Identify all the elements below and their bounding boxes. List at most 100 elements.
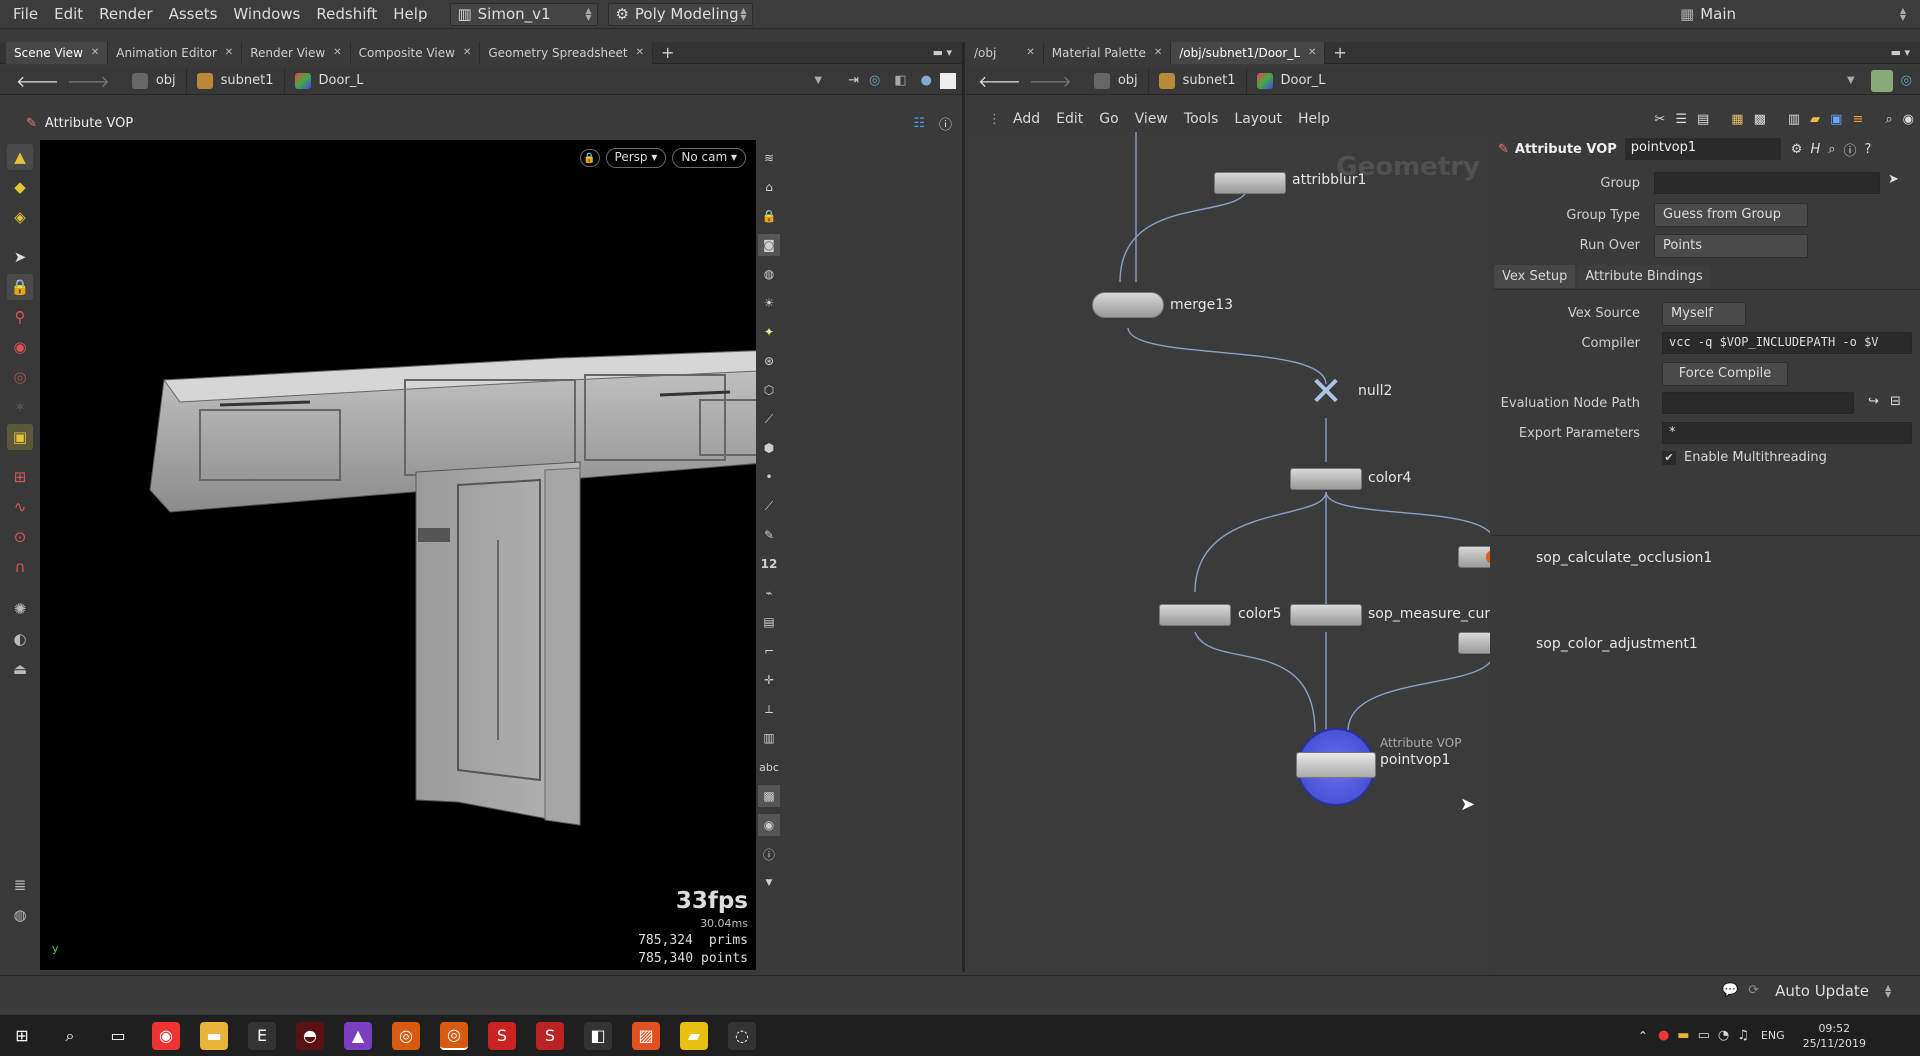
menu-view[interactable]: View xyxy=(1135,111,1168,127)
magnet-icon[interactable]: ∩ xyxy=(7,554,33,580)
menu-add[interactable]: Add xyxy=(1013,111,1040,127)
tools-icon[interactable]: ✂ xyxy=(1654,112,1665,127)
help-icon[interactable]: ? xyxy=(1865,142,1872,157)
tab-composite-view[interactable]: Composite View ✕ xyxy=(350,41,481,64)
app-red-icon[interactable]: ◓ xyxy=(296,1021,324,1050)
pin-icon[interactable]: ⇥ xyxy=(848,73,859,88)
link-icon[interactable]: ◎ xyxy=(869,73,880,88)
normals-icon[interactable]: ⟋ xyxy=(758,408,780,430)
search-icon[interactable]: ⌕ xyxy=(1828,142,1835,157)
checkbox-checked-icon[interactable]: ✔ xyxy=(1662,450,1676,465)
back-arrow-icon[interactable]: 🡐 xyxy=(16,71,59,91)
list-icon[interactable]: ▤ xyxy=(1697,112,1709,127)
light-on-icon[interactable]: ✦ xyxy=(758,321,780,343)
note-icon[interactable]: ▰ xyxy=(1810,112,1820,127)
breadcrumb-subnet[interactable]: subnet1 xyxy=(1149,67,1247,94)
jump-icon[interactable]: ↪ xyxy=(1868,394,1879,409)
tab-scene-view[interactable]: Scene View ✕ xyxy=(6,41,109,64)
help-icon[interactable]: ⓘ xyxy=(939,114,952,133)
image-icon[interactable]: ▣ xyxy=(1830,112,1842,127)
link-icon[interactable]: ◎ xyxy=(1901,73,1912,88)
view-mode-icon[interactable] xyxy=(940,72,956,89)
task-view-icon[interactable]: ▭ xyxy=(104,1022,132,1050)
breadcrumb-door[interactable]: Door_L xyxy=(1247,68,1336,94)
snap-icon[interactable]: ⚲ xyxy=(7,304,33,330)
tab-door-network[interactable]: /obj/subnet1/Door_L ✕ xyxy=(1171,41,1326,64)
app-gray-icon[interactable]: ◧ xyxy=(584,1021,612,1050)
language-indicator[interactable]: ENG xyxy=(1761,1029,1785,1042)
transform-tool-icon[interactable]: ◆ xyxy=(7,174,33,200)
houdini-active-icon[interactable]: ◎ xyxy=(440,1021,468,1050)
node-attribblur[interactable] xyxy=(1214,172,1286,194)
export-field[interactable]: * xyxy=(1662,422,1912,444)
breadcrumb-obj[interactable]: obj xyxy=(1084,67,1149,94)
clock[interactable]: 09:52 25/11/2019 xyxy=(1803,1021,1866,1051)
substance-painter-icon[interactable]: S xyxy=(536,1021,564,1050)
tab-obj[interactable]: /obj ✕ xyxy=(966,41,1044,64)
drag-handle-icon[interactable]: ⋮ xyxy=(988,112,1001,127)
forward-arrow-icon[interactable]: 🡒 xyxy=(1029,71,1072,91)
node-color-adjustment[interactable] xyxy=(1458,632,1490,654)
menu-go[interactable]: Go xyxy=(1099,111,1118,127)
close-icon[interactable]: ✕ xyxy=(1154,47,1162,58)
run-over-menu[interactable]: Points xyxy=(1654,234,1808,258)
network-editor[interactable]: Geometry attribblur1 merge13 ✕ null2 col… xyxy=(970,132,1490,970)
update-mode-selector[interactable]: Auto Update ▲ ▼ xyxy=(1769,979,1898,1002)
tray-wifi-icon[interactable]: ◔ xyxy=(1718,1028,1729,1043)
chrome-icon[interactable]: ◉ xyxy=(152,1021,180,1050)
tab-attribute-bindings[interactable]: Attribute Bindings xyxy=(1577,265,1711,288)
snap-point-icon[interactable]: ⊙ xyxy=(7,524,33,550)
menu-help[interactable]: Help xyxy=(390,5,430,23)
affinity-icon[interactable]: ▲ xyxy=(344,1021,372,1050)
node-measure-curvature[interactable] xyxy=(1290,604,1362,626)
add-tab-icon[interactable]: + xyxy=(1325,42,1354,64)
pose-tool-icon[interactable]: ◈ xyxy=(7,204,33,230)
close-icon[interactable]: ✕ xyxy=(333,47,341,58)
tab-vex-setup[interactable]: Vex Setup xyxy=(1494,265,1576,288)
start-icon[interactable]: ⊞ xyxy=(8,1022,36,1050)
tray-arrow-icon[interactable]: ⌃ xyxy=(1638,1029,1648,1043)
houdini-icon[interactable]: ◎ xyxy=(392,1021,420,1050)
stack-icon[interactable]: ≡ xyxy=(1852,112,1863,127)
menu-edit[interactable]: Edit xyxy=(51,5,86,23)
ghost-icon[interactable]: ◙ xyxy=(758,234,780,256)
tab-animation-editor[interactable]: Animation Editor ✕ xyxy=(108,41,243,64)
shading-icon[interactable]: ◍ xyxy=(758,263,780,285)
close-icon[interactable]: ✕ xyxy=(636,47,644,58)
node-null[interactable]: ✕ xyxy=(1302,369,1350,415)
number-display-icon[interactable]: 12 xyxy=(758,553,780,575)
light-bulb-icon[interactable]: ☀ xyxy=(758,292,780,314)
layout-icon[interactable]: ▥ xyxy=(1788,112,1800,127)
grid-icon[interactable]: ▥ xyxy=(758,727,780,749)
template-icon[interactable]: ⊛ xyxy=(758,350,780,372)
multithread-toggle[interactable]: ✔ Enable Multithreading xyxy=(1662,450,1827,465)
cube-icon[interactable]: ◧ xyxy=(894,73,906,88)
menu-edit[interactable]: Edit xyxy=(1056,111,1083,127)
force-compile-button[interactable]: Force Compile xyxy=(1662,362,1788,386)
gear-icon[interactable]: ⚙ xyxy=(1791,142,1803,157)
back-arrow-icon[interactable]: 🡐 xyxy=(978,71,1021,91)
tree-icon[interactable]: ☰ xyxy=(1675,112,1687,127)
pane-menu-icon[interactable]: ▬ ▾ xyxy=(1891,46,1910,59)
curve-icon[interactable]: ⌐ xyxy=(758,640,780,662)
snap-grid-icon[interactable]: ⊞ xyxy=(7,464,33,490)
network-tool-icon[interactable]: ✺ xyxy=(7,596,33,622)
layers-icon[interactable]: ≣ xyxy=(7,872,33,898)
chooser-icon[interactable]: ⊟ xyxy=(1890,394,1901,409)
pointer-icon[interactable]: ➤ xyxy=(7,244,33,270)
param-node-name[interactable]: pointvop1 xyxy=(1624,138,1781,160)
forward-arrow-icon[interactable]: 🡒 xyxy=(67,71,110,91)
pane-menu-icon[interactable]: ▬ ▾ xyxy=(933,46,952,59)
folder-icon[interactable]: ▬ xyxy=(200,1021,228,1050)
more-tools-icon[interactable]: ▼ xyxy=(758,872,780,894)
hda-icon[interactable]: H xyxy=(1810,142,1820,157)
refresh-icon[interactable]: ⟳ xyxy=(1748,983,1759,998)
menu-help[interactable]: Help xyxy=(1298,111,1330,127)
chat-icon[interactable]: 💬 xyxy=(1722,983,1738,998)
dot-icon[interactable]: • xyxy=(758,466,780,488)
close-icon[interactable]: ✕ xyxy=(1308,47,1316,58)
breadcrumb-obj[interactable]: obj xyxy=(122,67,187,94)
ruler-icon[interactable]: ⟂ xyxy=(758,698,780,720)
path-dropdown-icon[interactable]: ▼ xyxy=(1847,75,1855,86)
node-merge[interactable] xyxy=(1092,292,1164,318)
